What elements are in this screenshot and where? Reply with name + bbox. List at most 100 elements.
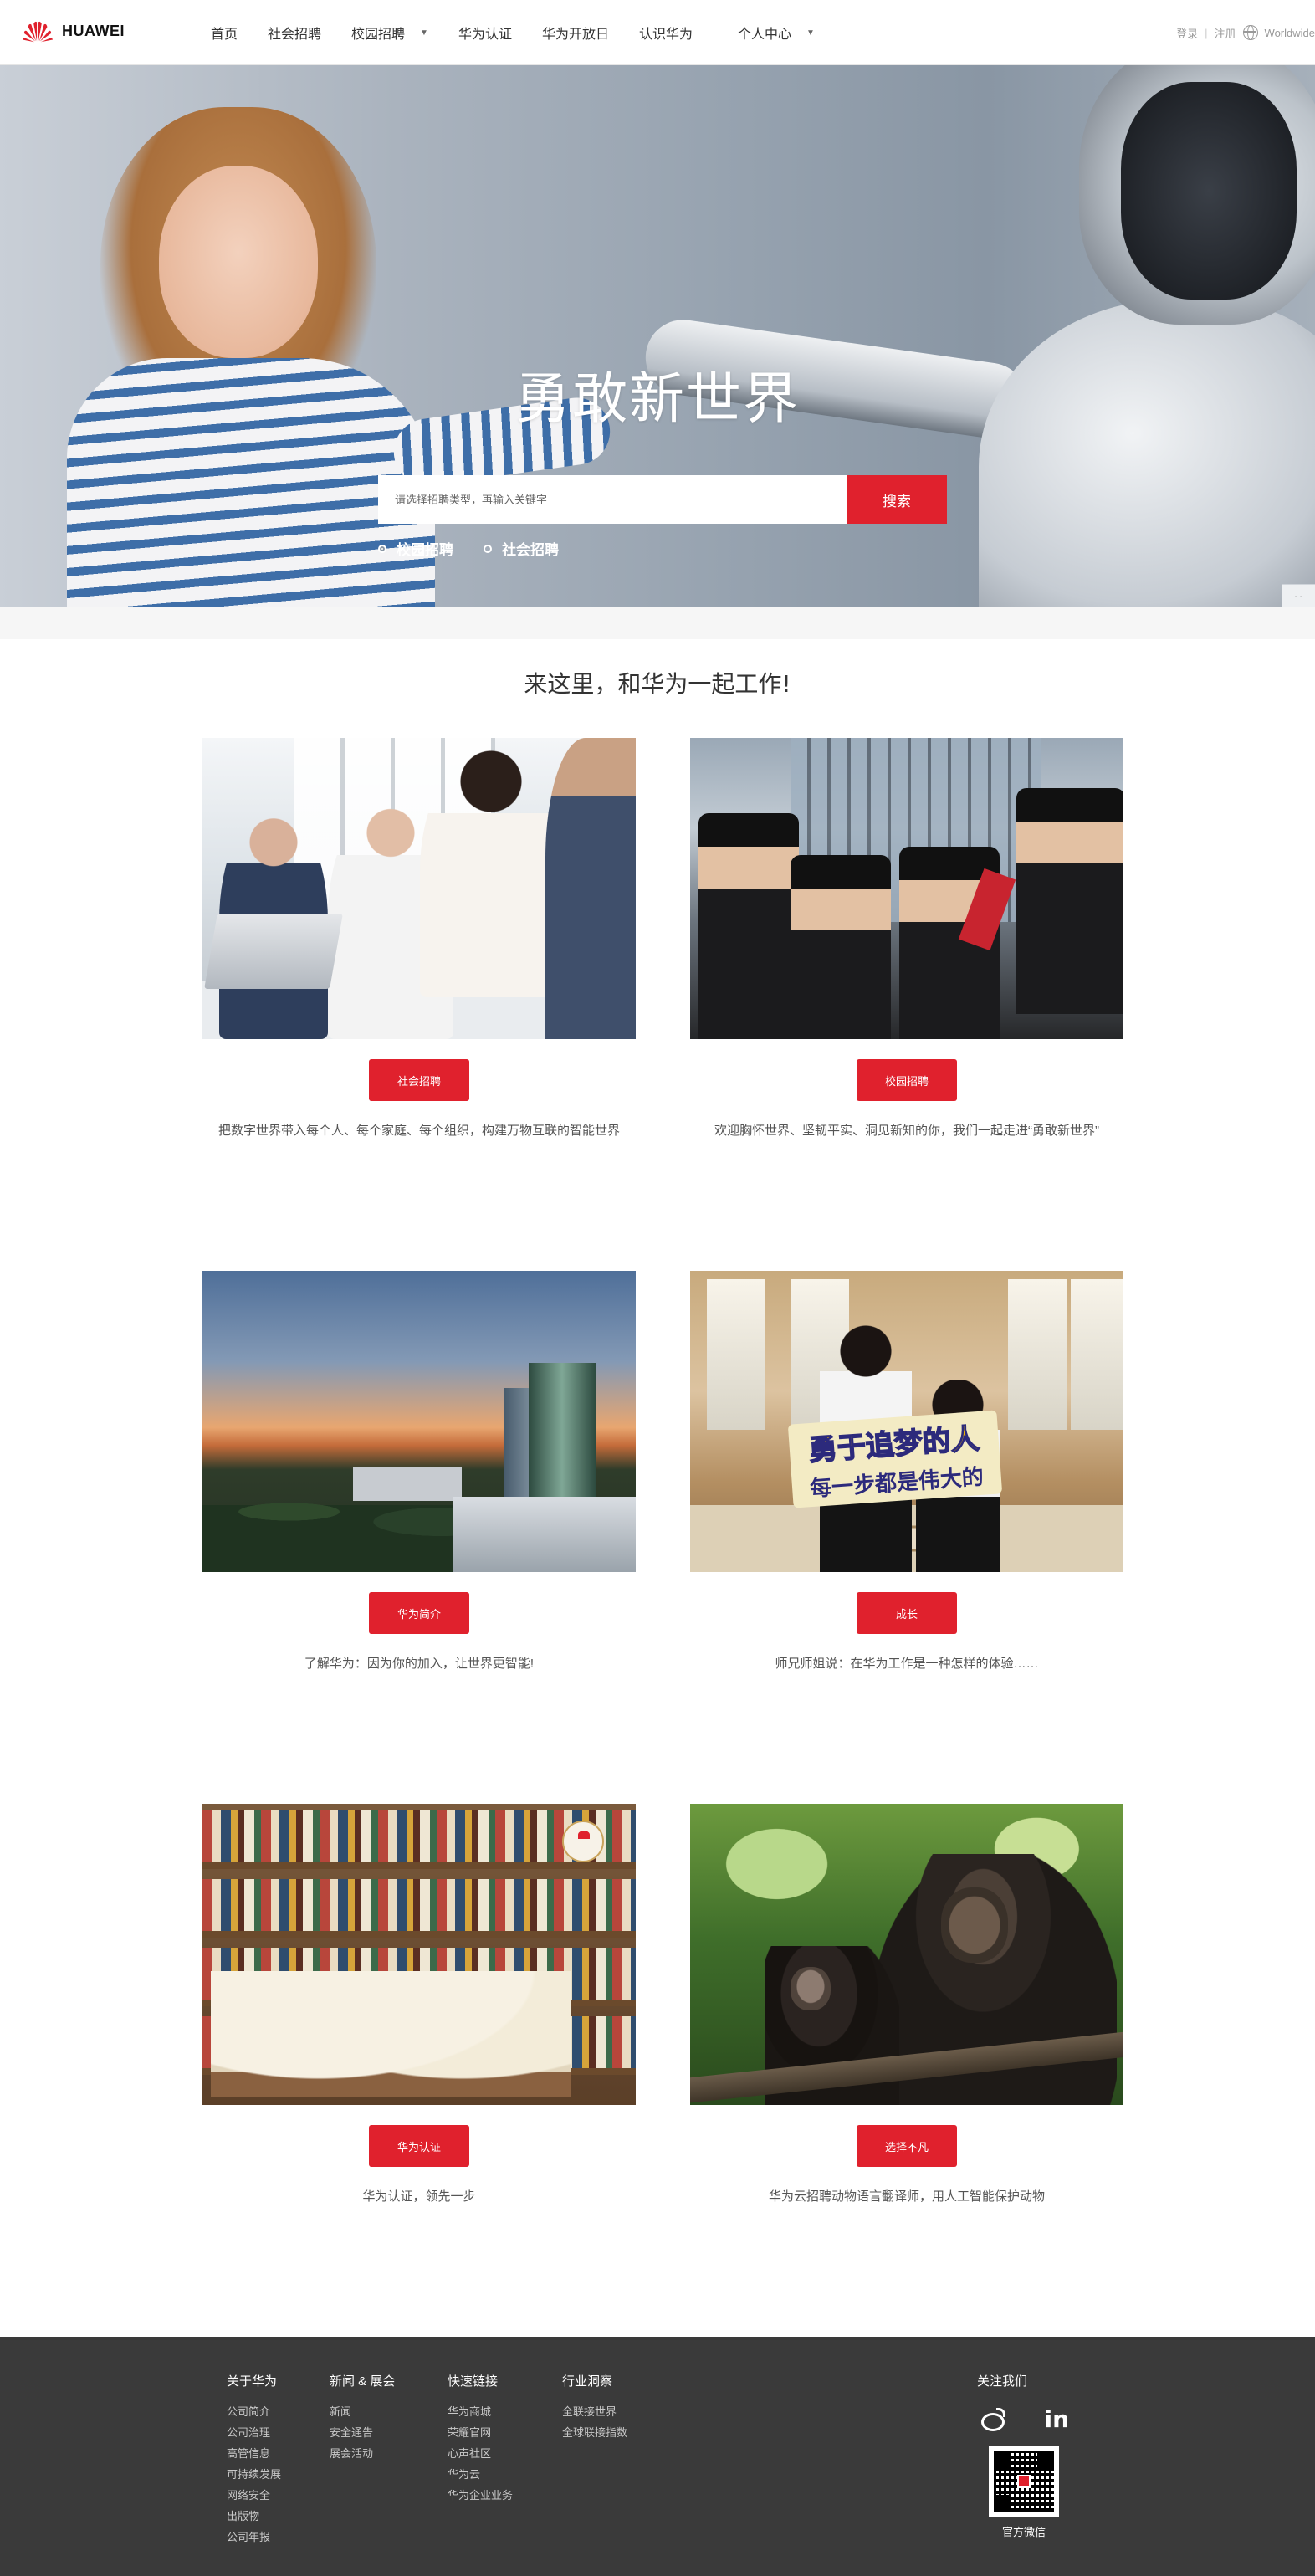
sign-line-1: 勇于追梦的人 — [807, 1421, 981, 1468]
wechat-qr-code — [989, 2446, 1059, 2517]
nav-personal-center-label: 个人中心 — [738, 28, 792, 42]
footer-link[interactable]: 公司治理 — [227, 2422, 281, 2443]
card-campus-recruit: 校园招聘 欢迎胸怀世界、坚韧平实、洞见新知的你，我们一起走进“勇敢新世界” — [690, 738, 1123, 1139]
nav-social-recruit-label: 社会招聘 — [268, 28, 322, 42]
footer-link[interactable]: 华为商城 — [448, 2401, 513, 2422]
logo-wordmark: HUAWEI — [62, 22, 125, 39]
footer-link[interactable]: 高管信息 — [227, 2443, 281, 2464]
footer-col-insights: 行业洞察 全联接世界 全球联接指数 — [562, 2372, 627, 2443]
linkedin-icon[interactable]: in — [1044, 2408, 1069, 2431]
social-links: in — [977, 2408, 1071, 2431]
huawei-intro-button[interactable]: 华为简介 — [369, 1592, 469, 1634]
nav-open-day[interactable]: 华为开放日 — [542, 23, 609, 43]
recruit-type-radio-group: 校园招聘 社会招聘 — [378, 538, 559, 559]
card-description: 师兄师姐说：在华为工作是一种怎样的体验…… — [775, 1657, 1039, 1671]
campus-sunset-image[interactable] — [202, 1271, 636, 1572]
nav-certification[interactable]: 华为认证 — [458, 23, 512, 43]
footer-col-quick-links: 快速链接 华为商城 荣耀官网 心声社区 华为云 华为企业业务 — [448, 2372, 513, 2506]
caret-down-icon: ▼ — [420, 28, 428, 38]
campus-recruit-button[interactable]: 校园招聘 — [857, 1059, 957, 1101]
growth-button[interactable]: 成长 — [857, 1592, 957, 1634]
card-description: 华为云招聘动物语言翻译师，用人工智能保护动物 — [768, 2189, 1045, 2204]
footer-link[interactable]: 公司简介 — [227, 2401, 281, 2422]
nav-home-label: 首页 — [211, 28, 238, 42]
caret-down-icon: ▼ — [806, 28, 815, 38]
follow-us: 关注我们 in 官方微信 — [977, 2372, 1071, 2539]
card-social-recruit: 社会招聘 把数字世界带入每个人、每个家庭、每个组织，构建万物互联的智能世界 — [202, 738, 636, 1139]
card-extraordinary: 选择不凡 华为云招聘动物语言翻译师，用人工智能保护动物 — [690, 1804, 1123, 2205]
nav-about-huawei[interactable]: 认识华为 — [639, 23, 693, 43]
section-title: 来这里，和华为一起工作! — [524, 670, 791, 698]
dream-sign: 勇于追梦的人 每一步都是伟大的 — [787, 1410, 1003, 1508]
register-link[interactable]: 注册 — [1215, 25, 1236, 41]
radio-campus-recruit[interactable]: 校园招聘 — [378, 538, 453, 559]
globe-icon[interactable] — [1242, 25, 1258, 40]
footer-link[interactable]: 网络安全 — [227, 2485, 281, 2506]
monkeys-image[interactable] — [690, 1804, 1123, 2105]
social-recruit-button[interactable]: 社会招聘 — [369, 1059, 469, 1101]
footer-link[interactable]: 全球联接指数 — [562, 2422, 627, 2443]
footer-col-title: 行业洞察 — [562, 2374, 613, 2389]
nav-campus-recruit[interactable]: 校园招聘 ▼ — [351, 23, 428, 43]
divider: | — [1205, 26, 1208, 39]
footer-link[interactable]: 公司年报 — [227, 2527, 281, 2548]
footer-link[interactable]: 展会活动 — [330, 2443, 395, 2464]
card-certification: 华为认证 华为认证，领先一步 — [202, 1804, 636, 2205]
qr-caption: 官方微信 — [1001, 2526, 1046, 2538]
search-input[interactable] — [378, 475, 847, 524]
nav-about-huawei-label: 认识华为 — [638, 28, 693, 42]
hero-banner: 勇敢新世界 搜索 校园招聘 社会招聘 - - — [0, 65, 1315, 607]
footer-link[interactable]: 可持续发展 — [227, 2464, 281, 2485]
site-footer: 关于华为 公司简介 公司治理 高管信息 可持续发展 网络安全 出版物 公司年报 … — [0, 2337, 1315, 2576]
search-button[interactable]: 搜索 — [847, 475, 947, 524]
footer-col-title: 新闻 & 展会 — [330, 2374, 396, 2389]
certification-button[interactable]: 华为认证 — [369, 2125, 469, 2167]
radio-campus-label: 校园招聘 — [397, 542, 453, 558]
lobby-sign-image[interactable]: 勇于追梦的人 每一步都是伟大的 — [690, 1271, 1123, 1572]
footer-col-title: 快速链接 — [448, 2374, 499, 2389]
card-description: 把数字世界带入每个人、每个家庭、每个组织，构建万物互联的智能世界 — [217, 1124, 620, 1138]
huawei-logo[interactable]: HUAWEI — [22, 18, 125, 44]
footer-link[interactable]: 荣耀官网 — [448, 2422, 513, 2443]
radio-checked-icon — [378, 544, 386, 553]
office-meeting-image[interactable] — [202, 738, 636, 1039]
header-account-links: 登录 | 注册 Worldwide — [1176, 0, 1315, 65]
footer-link[interactable]: 新闻 — [330, 2401, 395, 2422]
hero-robot-image — [640, 65, 1315, 607]
library-books-image[interactable] — [202, 1804, 636, 2105]
footer-link[interactable]: 全联接世界 — [562, 2401, 627, 2422]
nav-social-recruit[interactable]: 社会招聘 — [268, 23, 321, 43]
footer-link[interactable]: 心声社区 — [448, 2443, 513, 2464]
nav-campus-recruit-label: 校园招聘 — [351, 28, 406, 42]
card-description: 华为认证，领先一步 — [362, 2189, 476, 2204]
nav-open-day-label: 华为开放日 — [541, 28, 609, 42]
follow-title: 关注我们 — [977, 2374, 1028, 2389]
huawei-certification-badge-icon — [562, 1821, 604, 1862]
weibo-icon[interactable] — [980, 2408, 1005, 2431]
nav-certification-label: 华为认证 — [458, 28, 512, 42]
hero-bottom-strip — [0, 607, 1315, 639]
footer-col-about: 关于华为 公司简介 公司治理 高管信息 可持续发展 网络安全 出版物 公司年报 — [227, 2372, 281, 2548]
card-description: 欢迎胸怀世界、坚韧平实、洞见新知的你，我们一起走进“勇敢新世界” — [714, 1124, 1099, 1138]
radio-unchecked-icon — [484, 544, 492, 553]
main-nav: 首页 社会招聘 校园招聘 ▼ 华为认证 华为开放日 认识华为 个人中心 ▼ — [211, 0, 845, 65]
graduates-image[interactable] — [690, 738, 1123, 1039]
radio-social-label: 社会招聘 — [502, 542, 559, 558]
footer-link[interactable]: 华为云 — [448, 2464, 513, 2485]
radio-social-recruit[interactable]: 社会招聘 — [484, 538, 559, 559]
footer-link[interactable]: 出版物 — [227, 2506, 281, 2527]
footer-link[interactable]: 华为企业业务 — [448, 2485, 513, 2506]
huawei-logo-icon — [1017, 2475, 1031, 2488]
side-float-tab[interactable]: - - — [1282, 584, 1315, 607]
nav-home[interactable]: 首页 — [211, 23, 238, 43]
card-growth: 勇于追梦的人 每一步都是伟大的 成长 师兄师姐说：在华为工作是一种怎样的体验…… — [690, 1271, 1123, 1672]
login-link[interactable]: 登录 — [1176, 25, 1198, 41]
hero-title: 勇敢新世界 — [515, 366, 800, 431]
region-selector[interactable]: Worldwide — [1265, 27, 1315, 39]
huawei-flower-icon — [22, 21, 54, 43]
nav-personal-center[interactable]: 个人中心 ▼ — [738, 23, 815, 43]
card-huawei-intro: 华为简介 了解华为：因为你的加入，让世界更智能! — [202, 1271, 636, 1672]
site-header: HUAWEI 首页 社会招聘 校园招聘 ▼ 华为认证 华为开放日 认识华为 个人中… — [0, 0, 1315, 65]
extraordinary-button[interactable]: 选择不凡 — [857, 2125, 957, 2167]
footer-link[interactable]: 安全通告 — [330, 2422, 395, 2443]
